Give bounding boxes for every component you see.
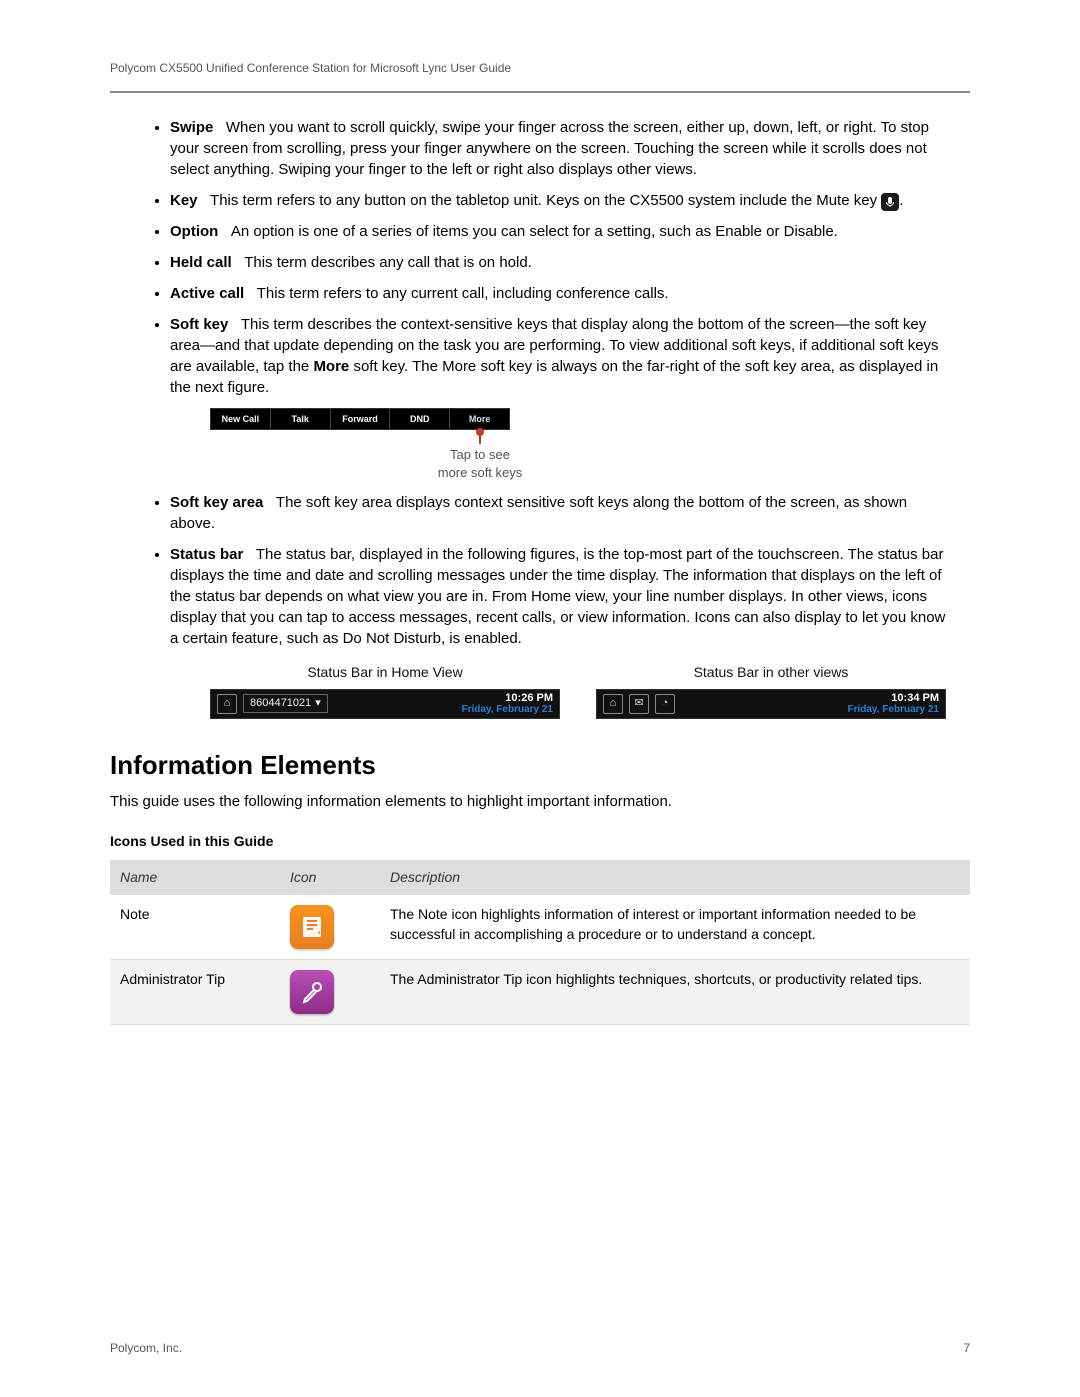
note-icon xyxy=(290,905,334,949)
cell-desc: The Administrator Tip icon highlights te… xyxy=(380,960,970,1025)
statusbar-caption-left: Status Bar in Home View xyxy=(210,663,560,689)
caption-line1: Tap to see xyxy=(410,446,550,464)
home-icon[interactable]: ⌂ xyxy=(217,694,237,714)
definitions-list: Swipe When you want to scroll quickly, s… xyxy=(110,117,950,719)
statusbar-home: ⌂ 8604471021 ▾ 10:26 PM Friday, February… xyxy=(210,689,560,719)
def-text: The soft key area displays context sensi… xyxy=(170,494,907,532)
cell-name: Note xyxy=(110,895,280,960)
table-header-row: Name Icon Description xyxy=(110,860,970,896)
header-rule xyxy=(110,91,970,93)
softkey-dnd[interactable]: DND xyxy=(390,409,450,429)
def-swipe: Swipe When you want to scroll quickly, s… xyxy=(170,117,950,180)
pointer-arrow-icon xyxy=(479,432,481,444)
def-status-bar: Status bar The status bar, displayed in … xyxy=(170,544,950,719)
def-soft-key: Soft key This term describes the context… xyxy=(170,314,950,482)
col-desc: Description xyxy=(380,860,970,896)
caption-line2: more soft keys xyxy=(410,464,550,482)
table-row: Administrator Tip The Administrator Tip … xyxy=(110,960,970,1025)
def-held-call: Held call This term describes any call t… xyxy=(170,252,950,273)
icons-table: Name Icon Description Note The Note icon… xyxy=(110,860,970,1026)
term: Active call xyxy=(170,285,244,302)
statusbar-figure: Status Bar in Home View Status Bar in ot… xyxy=(210,663,950,719)
def-text: The status bar, displayed in the followi… xyxy=(170,546,945,647)
def-active-call: Active call This term refers to any curr… xyxy=(170,283,950,304)
mute-key-icon xyxy=(881,193,899,211)
term: Status bar xyxy=(170,546,243,563)
footer-page-number: 7 xyxy=(963,1340,970,1357)
term: Soft key area xyxy=(170,494,263,511)
col-icon: Icon xyxy=(280,860,380,896)
term: Soft key xyxy=(170,316,228,333)
date: Friday, February 21 xyxy=(461,704,553,715)
term: Key xyxy=(170,192,198,209)
statusbar-caption-right: Status Bar in other views xyxy=(596,663,946,689)
def-text: This term refers to any current call, in… xyxy=(257,285,669,302)
def-text: When you want to scroll quickly, swipe y… xyxy=(170,119,929,178)
softkey-more[interactable]: More xyxy=(450,409,509,429)
line-number-text: 8604471021 xyxy=(250,696,311,711)
page-footer: Polycom, Inc. 7 xyxy=(110,1340,970,1357)
section-intro: This guide uses the following informatio… xyxy=(110,791,970,812)
def-soft-key-area: Soft key area The soft key area displays… xyxy=(170,492,950,534)
cell-name: Administrator Tip xyxy=(110,960,280,1025)
section-title: Information Elements xyxy=(110,747,970,783)
def-text: This term describes any call that is on … xyxy=(244,254,532,271)
softkey-forward[interactable]: Forward xyxy=(331,409,391,429)
def-text: An option is one of a series of items yo… xyxy=(231,223,838,240)
home-icon[interactable]: ⌂ xyxy=(603,694,623,714)
messages-icon[interactable]: ✉ xyxy=(629,694,649,714)
recent-icon[interactable]: ◔ xyxy=(655,694,675,714)
def-text-after: . xyxy=(899,192,903,209)
def-key: Key This term refers to any button on th… xyxy=(170,190,950,211)
time: 10:34 PM xyxy=(847,692,939,704)
softkey-talk[interactable]: Talk xyxy=(271,409,331,429)
table-title: Icons Used in this Guide xyxy=(110,832,970,852)
table-row: Note The Note icon highlights informatio… xyxy=(110,895,970,960)
admin-tip-icon xyxy=(290,970,334,1014)
more-bold: More xyxy=(313,358,349,375)
term: Swipe xyxy=(170,119,213,136)
def-option: Option An option is one of a series of i… xyxy=(170,221,950,242)
page: Polycom CX5500 Unified Conference Statio… xyxy=(0,0,1080,1397)
softkey-bar: New Call Talk Forward DND More xyxy=(210,408,510,430)
softkey-figure: New Call Talk Forward DND More Tap to se… xyxy=(210,408,950,482)
line-number[interactable]: 8604471021 ▾ xyxy=(243,694,328,713)
date: Friday, February 21 xyxy=(847,704,939,715)
col-name: Name xyxy=(110,860,280,896)
statusbar-other: ⌂ ✉ ◔ 10:34 PM Friday, February 21 xyxy=(596,689,946,719)
softkey-caption: Tap to see more soft keys xyxy=(410,430,550,482)
term: Option xyxy=(170,223,218,240)
footer-left: Polycom, Inc. xyxy=(110,1340,182,1357)
cell-icon xyxy=(280,895,380,960)
softkey-new-call[interactable]: New Call xyxy=(211,409,271,429)
running-header: Polycom CX5500 Unified Conference Statio… xyxy=(110,60,970,91)
cell-desc: The Note icon highlights information of … xyxy=(380,895,970,960)
time: 10:26 PM xyxy=(461,692,553,704)
def-text: This term refers to any button on the ta… xyxy=(210,192,877,209)
term: Held call xyxy=(170,254,232,271)
chevron-down-icon: ▾ xyxy=(315,696,321,711)
cell-icon xyxy=(280,960,380,1025)
